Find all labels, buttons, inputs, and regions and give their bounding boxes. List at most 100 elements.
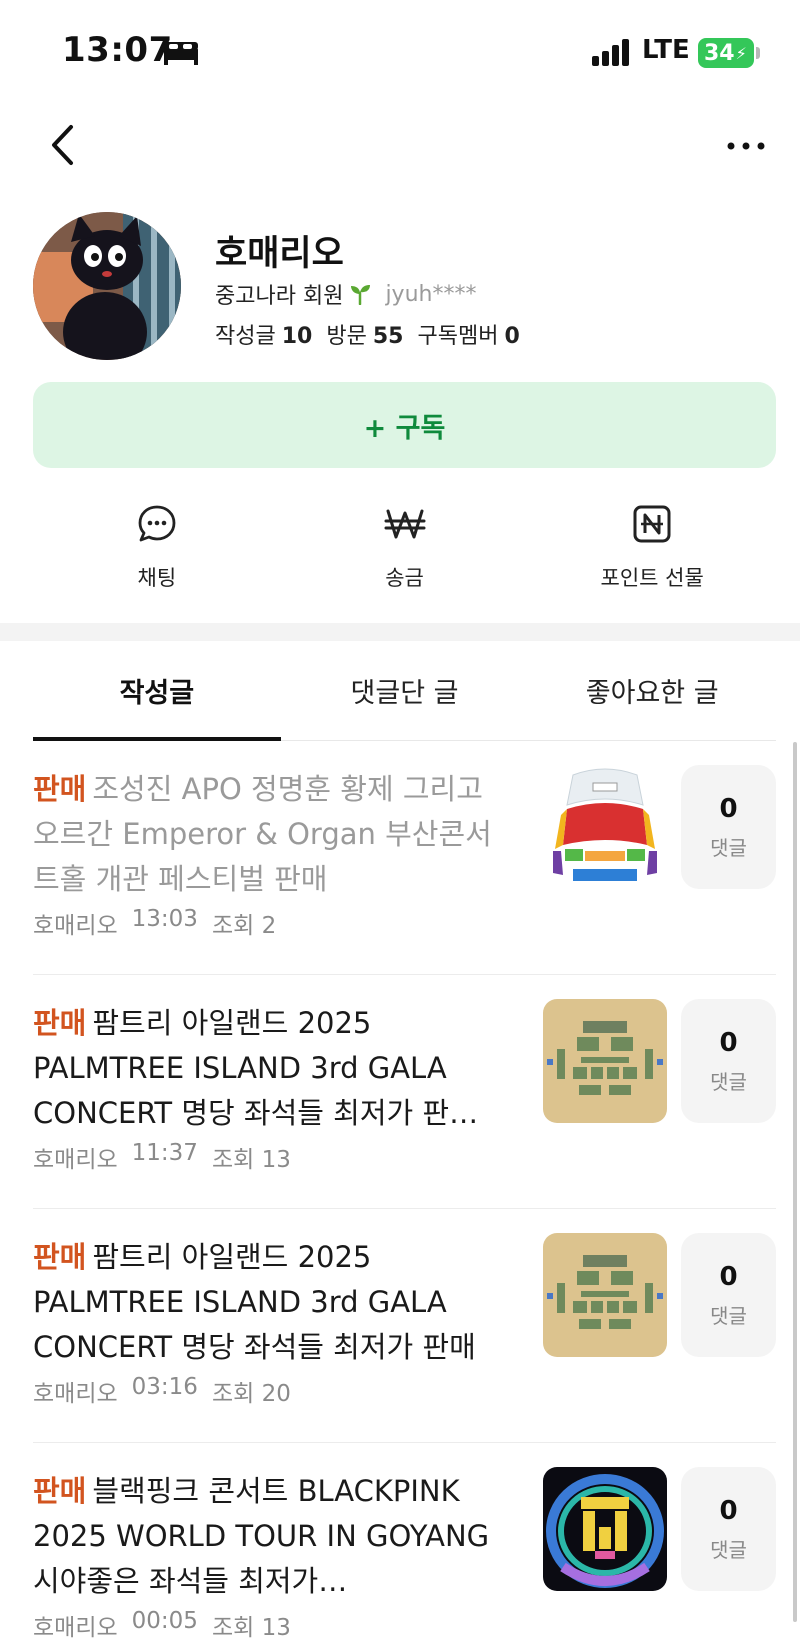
stat-label: 구독멤버 xyxy=(417,324,499,349)
stat-posts: 작성글 10 xyxy=(215,318,318,350)
profile-membership: 중고나라 회원 jyuh**** xyxy=(215,278,476,310)
post-meta: 호매리오 11:37 조회 13 xyxy=(33,1140,291,1174)
sale-badge: 판매 xyxy=(33,1006,87,1040)
post-title-text: 블랙핑크 콘서트 BLACKPINK 2025 WORLD TOUR IN GO… xyxy=(33,1474,490,1598)
sale-badge: 판매 xyxy=(33,772,87,806)
chat-button[interactable]: 채팅 xyxy=(33,498,281,598)
stat-subscribers: 구독멤버 0 xyxy=(417,318,525,350)
sale-badge: 판매 xyxy=(33,1240,87,1274)
status-bar: 13:07 LTE 34 ⚡ xyxy=(0,0,800,100)
post-time: 00:05 xyxy=(131,1608,198,1634)
point-gift-label: 포인트 선물 xyxy=(600,566,704,590)
post-title: 판매 블랙핑크 콘서트 BLACKPINK 2025 WORLD TOUR IN … xyxy=(33,1469,513,1604)
naver-point-icon xyxy=(630,502,674,546)
chevron-left-icon xyxy=(52,125,73,165)
post-meta: 호매리오 00:05 조회 13 xyxy=(33,1608,291,1642)
post-title-text: 팜트리 아일랜드 2025 PALMTREE ISLAND 3rd GALA C… xyxy=(33,1240,476,1364)
stat-value: 10 xyxy=(281,324,313,349)
avatar[interactable] xyxy=(33,212,181,360)
more-horizontal-icon xyxy=(727,142,765,150)
subscribe-button[interactable]: + 구독 xyxy=(33,382,776,468)
nav-bar xyxy=(0,100,800,190)
post-meta: 호매리오 03:16 조회 20 xyxy=(33,1374,291,1408)
comment-number: 0 xyxy=(719,1495,738,1526)
post-title-text: 조성진 APO 정명훈 황제 그리고 오르간 Emperor & Organ 부… xyxy=(33,772,492,896)
charging-icon: ⚡ xyxy=(735,43,747,63)
stat-value: 55 xyxy=(372,324,404,349)
list-item[interactable]: 판매 팜트리 아일랜드 2025 PALMTREE ISLAND 3rd GALA… xyxy=(33,975,776,1209)
post-time: 13:03 xyxy=(131,906,198,932)
sprout-icon xyxy=(351,285,371,305)
membership-label: 중고나라 회원 xyxy=(215,284,344,309)
comment-label: 댓글 xyxy=(710,1069,747,1094)
tab-commented[interactable]: 댓글단 글 xyxy=(281,641,529,740)
stat-value: 0 xyxy=(504,324,520,349)
back-button[interactable] xyxy=(40,120,84,170)
post-title: 판매 팜트리 아일랜드 2025 PALMTREE ISLAND 3rd GALA… xyxy=(33,1235,513,1370)
stage-seatmap-image xyxy=(543,999,667,1123)
tab-liked[interactable]: 좋아요한 글 xyxy=(528,641,776,740)
post-thumbnail[interactable] xyxy=(543,1233,667,1357)
sale-badge: 판매 xyxy=(33,1474,87,1508)
battery-tip xyxy=(756,47,760,59)
profile-stats: 작성글 10 방문 55 구독멤버 0 xyxy=(215,318,526,350)
stage-seatmap-image xyxy=(543,1233,667,1357)
comment-count[interactable]: 0 댓글 xyxy=(681,1467,776,1591)
point-gift-button[interactable]: 포인트 선물 xyxy=(528,498,776,598)
tab-posts[interactable]: 작성글 xyxy=(33,641,281,741)
user-id: jyuh**** xyxy=(385,281,477,307)
scrollbar[interactable] xyxy=(793,742,797,1622)
post-thumbnail[interactable] xyxy=(543,1467,667,1591)
post-title: 판매 팜트리 아일랜드 2025 PALMTREE ISLAND 3rd GALA… xyxy=(33,1001,513,1136)
won-icon xyxy=(383,502,427,546)
comment-label: 댓글 xyxy=(710,1537,747,1562)
more-button[interactable] xyxy=(716,124,776,168)
post-views: 조회 13 xyxy=(211,1615,291,1641)
battery-level: 34 xyxy=(704,40,735,66)
chat-label: 채팅 xyxy=(137,566,177,590)
signal-icon xyxy=(592,39,629,66)
post-author: 호매리오 xyxy=(33,913,118,939)
comment-label: 댓글 xyxy=(710,835,747,860)
comment-number: 0 xyxy=(719,1027,738,1058)
profile-tabs: 작성글 댓글단 글 좋아요한 글 xyxy=(33,641,776,741)
post-time: 03:16 xyxy=(131,1374,198,1400)
comment-number: 0 xyxy=(719,793,738,824)
battery-icon: 34 ⚡ xyxy=(698,38,754,68)
bed-icon xyxy=(164,42,198,65)
post-views: 조회 20 xyxy=(211,1381,291,1407)
comment-count[interactable]: 0 댓글 xyxy=(681,999,776,1123)
network-type: LTE xyxy=(642,35,690,65)
comment-count[interactable]: 0 댓글 xyxy=(681,1233,776,1357)
list-item[interactable]: 판매 블랙핑크 콘서트 BLACKPINK 2025 WORLD TOUR IN … xyxy=(33,1443,776,1644)
post-title: 판매 조성진 APO 정명훈 황제 그리고 오르간 Emperor & Organ… xyxy=(33,767,513,902)
profile-actions: 채팅 송금 포인트 선물 xyxy=(33,498,776,598)
post-views: 조회 2 xyxy=(211,913,277,939)
comment-count[interactable]: 0 댓글 xyxy=(681,765,776,889)
post-meta: 호매리오 13:03 조회 2 xyxy=(33,906,276,940)
post-thumbnail[interactable] xyxy=(543,999,667,1123)
status-time: 13:07 xyxy=(62,30,173,70)
post-list: 판매 조성진 APO 정명훈 황제 그리고 오르간 Emperor & Organ… xyxy=(33,741,776,1644)
transfer-label: 송금 xyxy=(385,566,424,590)
list-item[interactable]: 판매 팜트리 아일랜드 2025 PALMTREE ISLAND 3rd GALA… xyxy=(33,1209,776,1443)
section-divider xyxy=(0,623,800,641)
list-item[interactable]: 판매 조성진 APO 정명훈 황제 그리고 오르간 Emperor & Organ… xyxy=(33,741,776,975)
post-views: 조회 13 xyxy=(211,1147,291,1173)
post-author: 호매리오 xyxy=(33,1147,118,1173)
black-cat-avatar-image xyxy=(33,212,181,360)
post-author: 호매리오 xyxy=(33,1381,118,1407)
comment-number: 0 xyxy=(719,1261,738,1292)
concert-hall-seatmap-image xyxy=(543,765,667,889)
comment-label: 댓글 xyxy=(710,1303,747,1328)
post-author: 호매리오 xyxy=(33,1615,118,1641)
transfer-button[interactable]: 송금 xyxy=(281,498,529,598)
post-time: 11:37 xyxy=(131,1140,198,1166)
stat-label: 방문 xyxy=(326,324,367,349)
chat-bubble-icon xyxy=(135,502,179,546)
stat-label: 작성글 xyxy=(215,324,276,349)
stat-visits: 방문 55 xyxy=(326,318,409,350)
profile-name: 호매리오 xyxy=(215,234,344,274)
post-thumbnail[interactable] xyxy=(543,765,667,889)
post-title-text: 팜트리 아일랜드 2025 PALMTREE ISLAND 3rd GALA C… xyxy=(33,1006,479,1130)
